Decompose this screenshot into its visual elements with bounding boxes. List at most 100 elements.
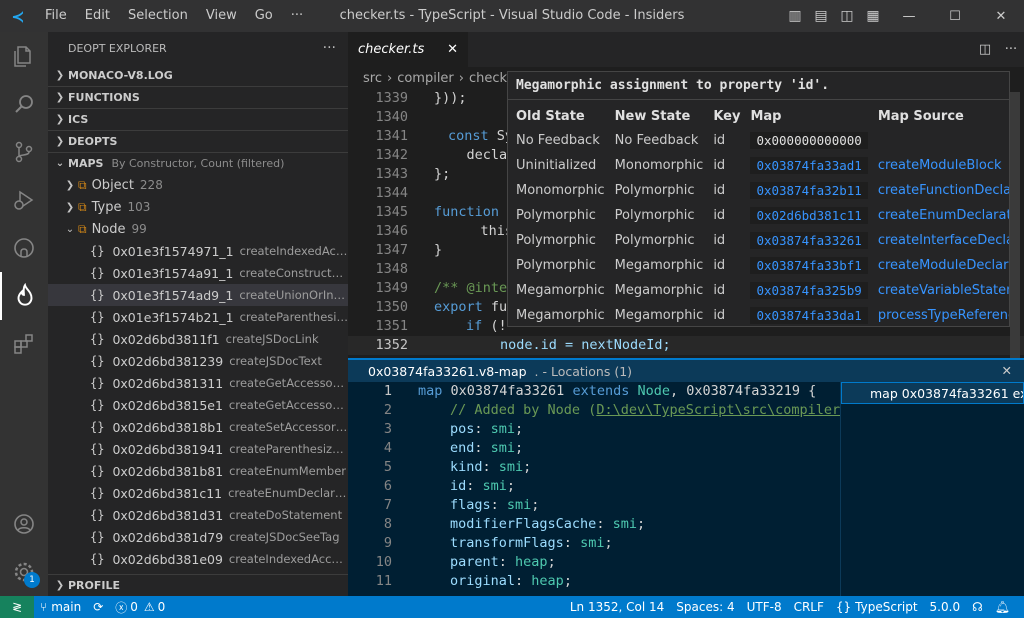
map-item[interactable]: {} 0x02d6bd3811f1 createJSDocLink xyxy=(48,328,348,350)
section-ics[interactable]: ❯ ICS xyxy=(48,108,348,130)
map-address-link[interactable]: 0x02d6bd381c11 xyxy=(750,207,868,224)
field-type: smi xyxy=(580,535,605,551)
notifications-bell-icon[interactable]: 🔔︎ xyxy=(989,600,1016,614)
map-item[interactable]: {} 0x01e3f1574971_1 createIndexedAcces... xyxy=(48,240,348,262)
feedback-icon[interactable]: ☊ xyxy=(966,600,989,614)
map-item[interactable]: {} 0x01e3f1574ad9_1 createUnionOrInter... xyxy=(48,284,348,306)
map-item[interactable]: {} 0x02d6bd381c11 createEnumDeclaration xyxy=(48,482,348,504)
tree-group-object[interactable]: ❯ ⧉ Object 228 xyxy=(48,174,348,196)
map-source-link[interactable]: createFunctionDeclara xyxy=(878,183,1009,198)
map-source-link[interactable]: createEnumDeclaration xyxy=(878,208,1009,223)
end-of-line[interactable]: CRLF xyxy=(788,600,830,614)
map-source-link[interactable]: createVariableStateme xyxy=(878,283,1009,298)
menu-selection[interactable]: Selection xyxy=(119,0,197,32)
map-item[interactable]: {} 0x02d6bd381d31 createDoStatement xyxy=(48,504,348,526)
extensions-icon[interactable] xyxy=(0,320,48,368)
field-type: heap xyxy=(531,573,564,589)
map-item[interactable]: {} 0x01e3f1574a91_1 createConstructorTy... xyxy=(48,262,348,284)
map-source-link[interactable]: createModuleBlock xyxy=(878,158,1002,173)
deopt-explorer-flame-icon[interactable] xyxy=(0,272,48,320)
editor-scrollbar[interactable] xyxy=(1010,92,1020,382)
map-constructor: createEnumDeclaration xyxy=(228,486,348,500)
section-log-file[interactable]: ❯ MONACO-V8.LOG xyxy=(48,64,348,86)
menu-file[interactable]: File xyxy=(36,0,76,32)
toggle-secondary-sidebar-icon[interactable]: ◫ xyxy=(834,0,860,32)
tab-checker-ts[interactable]: checker.ts ✕ xyxy=(348,32,468,67)
menu-view[interactable]: View xyxy=(197,0,246,32)
menu-more[interactable]: ··· xyxy=(282,0,312,32)
map-item[interactable]: {} 0x01e3f1574b21_1 createParenthesize... xyxy=(48,306,348,328)
run-debug-icon[interactable] xyxy=(0,176,48,224)
ic-new: Megamorphic xyxy=(614,283,704,298)
map-address: 0x02d6bd381d79 xyxy=(112,529,224,545)
map-item[interactable]: {} 0x02d6bd381b81 createEnumMember xyxy=(48,460,348,482)
map-address-link[interactable]: 0x03874fa32b11 xyxy=(750,182,868,199)
problems-status[interactable]: ⓧ 0 ⚠ 0 xyxy=(109,599,171,616)
tree-group-node[interactable]: ⌄ ⧉ Node 99 xyxy=(48,218,348,240)
map-address: 0x02d6bd381c11 xyxy=(112,485,223,501)
code-text: fu xyxy=(482,299,508,315)
toggle-sidebar-icon[interactable]: ▥ xyxy=(782,0,808,32)
map-item[interactable]: {} 0x02d6bd3815e1 createGetAccessorDe... xyxy=(48,394,348,416)
sync-icon[interactable]: ⟳ xyxy=(87,600,109,614)
search-icon[interactable] xyxy=(0,80,48,128)
map-item[interactable]: {} 0x02d6bd381d79 createJSDocSeeTag xyxy=(48,526,348,548)
section-functions[interactable]: ❯ FUNCTIONS xyxy=(48,86,348,108)
status-bar: ≷ ⑂ main ⟳ ⓧ 0 ⚠ 0 Ln 1352, Col 14 Space… xyxy=(0,596,1024,618)
accounts-icon[interactable] xyxy=(0,500,48,548)
menu-go[interactable]: Go xyxy=(246,0,282,32)
map-item[interactable]: {} 0x02d6bd381e09 createIndexedAccess... xyxy=(48,548,348,570)
section-deopts[interactable]: ❯ DEOPTS xyxy=(48,130,348,152)
split-editor-icon[interactable]: ◫ xyxy=(972,42,998,57)
map-item[interactable]: {} 0x02d6bd381941 createParenthesizedT... xyxy=(48,438,348,460)
line-content: id: smi; xyxy=(450,477,515,496)
settings-gear-icon[interactable]: 1 xyxy=(0,548,48,596)
customize-layout-icon[interactable]: ▦ xyxy=(860,0,886,32)
ic-hover-widget: Megamorphic assignment to property 'id'.… xyxy=(507,71,1010,327)
sidebar-more-button[interactable]: ··· xyxy=(323,40,336,56)
map-item[interactable]: {} 0x02d6bd3818b1 createSetAccessorDe... xyxy=(48,416,348,438)
encoding[interactable]: UTF-8 xyxy=(741,600,788,614)
toggle-panel-icon[interactable]: ▤ xyxy=(808,0,834,32)
close-icon[interactable]: ✕ xyxy=(1002,360,1012,382)
map-address-link[interactable]: 0x03874fa33bf1 xyxy=(750,257,868,274)
minimize-button[interactable]: — xyxy=(886,0,932,32)
map-address-link[interactable]: 0x03874fa33261 xyxy=(750,232,868,249)
map-source-link[interactable]: createModuleDeclarati xyxy=(878,258,1009,273)
map-source-link[interactable]: processTypeReference xyxy=(878,308,1009,323)
remote-indicator-icon[interactable]: ≷ xyxy=(0,596,34,618)
cursor-position[interactable]: Ln 1352, Col 14 xyxy=(564,600,670,614)
map-constructor: createJSDocLink xyxy=(225,332,319,346)
ts-version[interactable]: 5.0.0 xyxy=(924,600,967,614)
object-icon: {} xyxy=(90,310,105,324)
section-profile[interactable]: ❯ PROFILE xyxy=(48,574,348,596)
breadcrumb-compiler[interactable]: compiler xyxy=(397,71,454,86)
branch-status[interactable]: ⑂ main xyxy=(34,600,87,614)
line-number: 1351 xyxy=(375,318,408,334)
map-address-link[interactable]: 0x03874fa33da1 xyxy=(750,307,868,324)
object-icon: {} xyxy=(90,442,105,456)
ic-old: Megamorphic xyxy=(516,283,605,298)
indentation[interactable]: Spaces: 4 xyxy=(670,600,740,614)
class-icon: ⧉ xyxy=(78,221,87,236)
close-icon[interactable]: ✕ xyxy=(447,42,458,57)
explorer-icon[interactable] xyxy=(0,32,48,80)
peek-reference-item[interactable]: map 0x03874fa33261 ex xyxy=(841,382,1024,404)
breadcrumb-src[interactable]: src xyxy=(363,71,382,86)
map-item[interactable]: {} 0x02d6bd381311 createGetAccessorDe... xyxy=(48,372,348,394)
section-maps[interactable]: ⌄ MAPS By Constructor, Count (filtered) xyxy=(48,152,348,174)
editor-more-icon[interactable]: ··· xyxy=(998,42,1024,57)
github-icon[interactable] xyxy=(0,224,48,272)
source-control-icon[interactable] xyxy=(0,128,48,176)
close-window-button[interactable]: ✕ xyxy=(978,0,1024,32)
map-item[interactable]: {} 0x02d6bd381239 createJSDocText xyxy=(48,350,348,372)
menu-edit[interactable]: Edit xyxy=(76,0,119,32)
source-path-link[interactable]: D:\dev\TypeScript\src\compiler xyxy=(596,402,840,418)
map-source-link[interactable]: createInterfaceDeclara xyxy=(878,233,1009,248)
maximize-button[interactable]: ☐ xyxy=(932,0,978,32)
map-address-link[interactable]: 0x03874fa325b9 xyxy=(750,282,868,299)
map-address-link[interactable]: 0x03874fa33ad1 xyxy=(750,157,868,174)
tree-group-type[interactable]: ❯ ⧉ Type 103 xyxy=(48,196,348,218)
language-mode[interactable]: {} TypeScript xyxy=(830,600,924,614)
peek-code-line: 1 map 0x03874fa33261 extends Node, 0x0387… xyxy=(348,382,840,401)
